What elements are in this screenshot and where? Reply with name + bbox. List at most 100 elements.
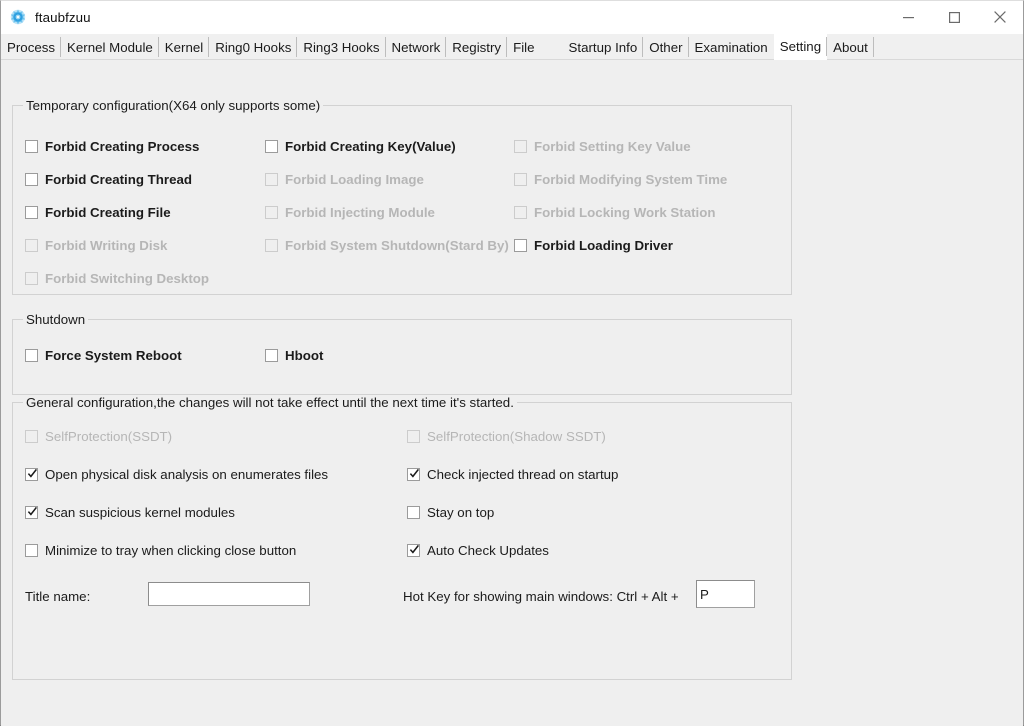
checkbox-box <box>25 544 38 557</box>
checkbox-box <box>514 173 527 186</box>
checkbox-box <box>25 430 38 443</box>
general-configuration-group: General configuration,the changes will n… <box>12 395 792 680</box>
checkbox-label: Forbid Switching Desktop <box>45 271 209 286</box>
checkbox-label: Forbid Setting Key Value <box>534 139 691 154</box>
checkbox-label: Forbid Loading Driver <box>534 238 673 253</box>
checkmark-icon <box>27 506 37 516</box>
checkbox-minimize-to-tray[interactable]: Minimize to tray when clicking close but… <box>25 543 296 558</box>
close-button[interactable] <box>977 1 1023 33</box>
checkbox-forbid-switching-desktop: Forbid Switching Desktop <box>25 271 209 286</box>
menu-item-network[interactable]: Network <box>386 34 447 60</box>
checkbox-open-physical-disk-analysis[interactable]: Open physical disk analysis on enumerate… <box>25 467 328 482</box>
shutdown-group: Shutdown Force System Reboot Hboot <box>12 312 792 395</box>
temporary-configuration-group: Temporary configuration(X64 only support… <box>12 98 792 295</box>
checkbox-forbid-creating-process[interactable]: Forbid Creating Process <box>25 139 199 154</box>
title-bar: ftaubfzuu <box>1 1 1023 34</box>
checkbox-box <box>407 544 420 557</box>
shutdown-title: Shutdown <box>23 312 89 327</box>
checkbox-auto-check-updates[interactable]: Auto Check Updates <box>407 543 549 558</box>
checkbox-hboot[interactable]: Hboot <box>265 348 323 363</box>
checkbox-label: Stay on top <box>427 505 495 520</box>
window-controls <box>885 1 1023 33</box>
checkbox-label: Open physical disk analysis on enumerate… <box>45 467 329 482</box>
minimize-button[interactable] <box>885 1 931 33</box>
checkbox-box <box>407 506 420 519</box>
menu-item-registry[interactable]: Registry <box>446 34 507 60</box>
checkbox-forbid-writing-disk: Forbid Writing Disk <box>25 238 167 253</box>
checkbox-forbid-injecting-module: Forbid Injecting Module <box>265 205 435 220</box>
checkbox-label: SelfProtection(SSDT) <box>45 429 173 444</box>
checkbox-forbid-loading-image: Forbid Loading Image <box>265 172 424 187</box>
maximize-icon <box>948 11 960 23</box>
title-name-label: Title name: <box>25 589 91 604</box>
checkbox-box <box>25 206 38 219</box>
checkbox-stay-on-top[interactable]: Stay on top <box>407 505 494 520</box>
checkbox-selfprotection-ssdt: SelfProtection(SSDT) <box>25 429 172 444</box>
checkbox-forbid-modifying-system-time: Forbid Modifying System Time <box>514 172 727 187</box>
checkbox-box <box>25 506 38 519</box>
menu-item-ring3-hooks[interactable]: Ring3 Hooks <box>297 34 386 60</box>
menu-item-ring0-hooks[interactable]: Ring0 Hooks <box>209 34 298 60</box>
checkbox-label: Force System Reboot <box>45 348 182 363</box>
checkbox-box <box>25 140 38 153</box>
close-icon <box>994 11 1006 23</box>
checkbox-label: Forbid Loading Image <box>285 172 424 187</box>
checkmark-icon <box>409 468 419 478</box>
checkbox-box <box>25 349 38 362</box>
checkbox-forbid-system-shutdown: Forbid System Shutdown(Stard By) <box>265 238 509 253</box>
menu-item-setting[interactable]: Setting <box>773 34 828 60</box>
checkbox-forbid-creating-key-value[interactable]: Forbid Creating Key(Value) <box>265 139 456 154</box>
checkbox-label: Forbid Locking Work Station <box>534 205 716 220</box>
checkbox-label: Auto Check Updates <box>427 543 549 558</box>
checkbox-force-system-reboot[interactable]: Force System Reboot <box>25 348 182 363</box>
menu-separator-gap <box>541 34 563 59</box>
hotkey-input[interactable] <box>696 580 755 608</box>
settings-pane: Temporary configuration(X64 only support… <box>1 60 1023 726</box>
checkbox-forbid-creating-file[interactable]: Forbid Creating File <box>25 205 171 220</box>
app-gear-icon <box>10 9 26 25</box>
menu-item-kernel[interactable]: Kernel <box>159 34 210 60</box>
checkbox-box <box>25 239 38 252</box>
checkbox-box <box>407 468 420 481</box>
checkbox-label: Forbid Writing Disk <box>45 238 168 253</box>
checkmark-icon <box>27 468 37 478</box>
checkbox-label: Forbid Injecting Module <box>285 205 435 220</box>
menu-item-file[interactable]: File <box>507 34 540 60</box>
checkbox-label: SelfProtection(Shadow SSDT) <box>427 429 606 444</box>
menu-item-examination[interactable]: Examination <box>689 34 774 60</box>
maximize-button[interactable] <box>931 1 977 33</box>
checkbox-label: Forbid Creating File <box>45 205 171 220</box>
title-name-input[interactable] <box>148 582 310 606</box>
checkbox-box <box>514 140 527 153</box>
checkbox-box <box>25 272 38 285</box>
menu-item-kernel-module[interactable]: Kernel Module <box>61 34 159 60</box>
checkbox-box <box>25 468 38 481</box>
main-menu-bar: Process Kernel Module Kernel Ring0 Hooks… <box>1 34 1023 60</box>
checkbox-label: Forbid Creating Process <box>45 139 200 154</box>
menu-item-process[interactable]: Process <box>1 34 62 60</box>
temporary-configuration-title: Temporary configuration(X64 only support… <box>23 98 324 113</box>
checkbox-selfprotection-shadow-ssdt: SelfProtection(Shadow SSDT) <box>407 429 606 444</box>
hotkey-label: Hot Key for showing main windows: Ctrl +… <box>403 589 679 604</box>
checkbox-label: Forbid System Shutdown(Stard By) <box>285 238 509 253</box>
checkbox-label: Forbid Modifying System Time <box>534 172 728 187</box>
checkbox-forbid-locking-work-station: Forbid Locking Work Station <box>514 205 715 220</box>
checkbox-box <box>514 239 527 252</box>
checkbox-forbid-loading-driver[interactable]: Forbid Loading Driver <box>514 238 673 253</box>
checkbox-label: Minimize to tray when clicking close but… <box>45 543 297 558</box>
checkbox-box <box>265 349 278 362</box>
checkbox-box <box>25 173 38 186</box>
checkbox-scan-suspicious-kernel-modules[interactable]: Scan suspicious kernel modules <box>25 505 235 520</box>
menu-item-other[interactable]: Other <box>643 34 689 60</box>
menu-item-startup-info[interactable]: Startup Info <box>563 34 644 60</box>
checkbox-label: Check injected thread on startup <box>427 467 619 482</box>
menu-item-about[interactable]: About <box>827 34 874 60</box>
checkbox-forbid-setting-key-value: Forbid Setting Key Value <box>514 139 691 154</box>
general-configuration-title: General configuration,the changes will n… <box>23 395 517 410</box>
window-title: ftaubfzuu <box>35 9 91 25</box>
checkbox-check-injected-thread-on-startup[interactable]: Check injected thread on startup <box>407 467 618 482</box>
app-window: ftaubfzuu Process Kernel Module Kernel R… <box>0 0 1024 726</box>
minimize-icon <box>902 16 914 18</box>
checkbox-forbid-creating-thread[interactable]: Forbid Creating Thread <box>25 172 192 187</box>
checkbox-label: Forbid Creating Key(Value) <box>285 139 456 154</box>
